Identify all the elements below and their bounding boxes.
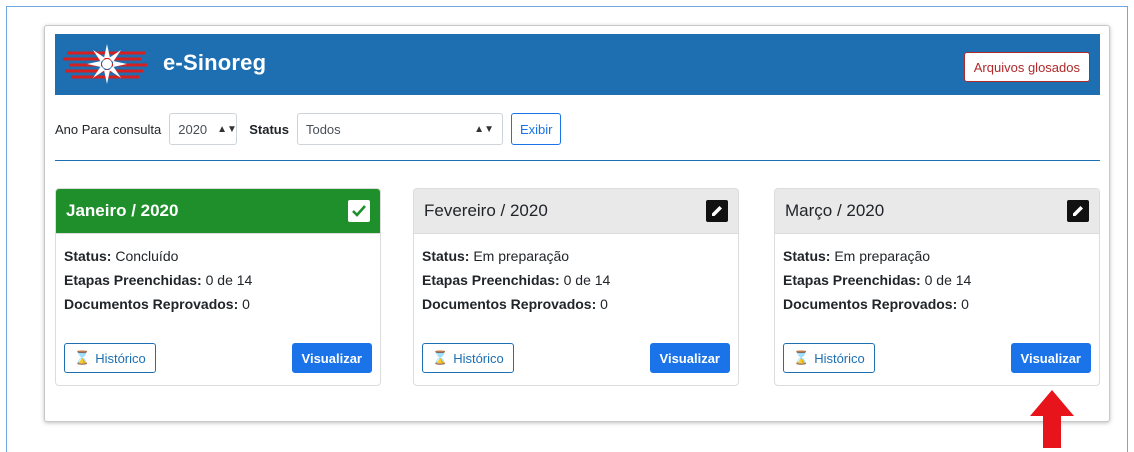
hourglass-icon: ⌛ bbox=[432, 350, 449, 365]
edit-icon[interactable] bbox=[706, 200, 728, 222]
exibir-button[interactable]: Exibir bbox=[510, 113, 562, 145]
etapas-line: Etapas Preenchidas: 0 de 14 bbox=[783, 272, 972, 288]
visualizar-button[interactable]: Visualizar bbox=[291, 343, 372, 373]
docs-line: Documentos Reprovados: 0 bbox=[64, 296, 250, 312]
card-body: Status: Em preparação Etapas Preenchidas… bbox=[414, 234, 738, 316]
card-body: Status: Em preparação Etapas Preenchidas… bbox=[775, 234, 1099, 316]
sinoreg-logo bbox=[63, 44, 147, 84]
status-line: Status: Concluído bbox=[64, 248, 179, 264]
card-body: Status: Concluído Etapas Preenchidas: 0 … bbox=[56, 234, 380, 316]
app-header: e-Sinoreg Arquivos glosados bbox=[55, 34, 1100, 95]
hourglass-icon: ⌛ bbox=[74, 350, 91, 365]
docs-line: Documentos Reprovados: 0 bbox=[422, 296, 608, 312]
card-header: Fevereiro / 2020 bbox=[414, 189, 738, 234]
card-footer: ⌛ Histórico Visualizar bbox=[64, 343, 372, 373]
status-line: Status: Em preparação bbox=[783, 248, 931, 264]
sort-arrows-icon: ▲▼ bbox=[217, 123, 237, 135]
filter-bar: Ano Para consulta 2020 ▲▼ Status Todos ▲… bbox=[55, 112, 1100, 146]
month-card-fevereiro: Fevereiro / 2020 Status: Em preparação E… bbox=[413, 188, 739, 386]
card-title: Março / 2020 bbox=[785, 201, 885, 220]
year-label: Ano Para consulta bbox=[55, 121, 162, 137]
sort-arrows-icon: ▲▼ bbox=[474, 123, 494, 135]
arquivos-glosados-button[interactable]: Arquivos glosados bbox=[963, 52, 1090, 82]
main-panel: e-Sinoreg Arquivos glosados Ano Para con… bbox=[44, 25, 1110, 422]
docs-line: Documentos Reprovados: 0 bbox=[783, 296, 969, 312]
divider bbox=[55, 160, 1100, 161]
status-label: Status bbox=[249, 121, 289, 137]
etapas-line: Etapas Preenchidas: 0 de 14 bbox=[64, 272, 253, 288]
app-title: e-Sinoreg bbox=[163, 50, 267, 75]
card-header: Março / 2020 bbox=[775, 189, 1099, 234]
card-title: Janeiro / 2020 bbox=[66, 201, 179, 220]
historico-button[interactable]: ⌛ Histórico bbox=[422, 343, 514, 373]
status-select-value: Todos bbox=[305, 121, 341, 137]
historico-button[interactable]: ⌛ Histórico bbox=[783, 343, 875, 373]
etapas-line: Etapas Preenchidas: 0 de 14 bbox=[422, 272, 611, 288]
card-title: Fevereiro / 2020 bbox=[424, 201, 548, 220]
edit-icon[interactable] bbox=[1067, 200, 1089, 222]
status-line: Status: Em preparação bbox=[422, 248, 570, 264]
month-card-janeiro: Janeiro / 2020 Status: Concluído Etapas … bbox=[55, 188, 381, 386]
card-footer: ⌛ Histórico Visualizar bbox=[783, 343, 1091, 373]
hourglass-icon: ⌛ bbox=[793, 350, 810, 365]
check-icon bbox=[348, 200, 370, 222]
historico-button[interactable]: ⌛ Histórico bbox=[64, 343, 156, 373]
year-select-value: 2020 bbox=[178, 121, 208, 137]
status-select[interactable]: Todos ▲▼ bbox=[296, 113, 503, 145]
visualizar-button[interactable]: Visualizar bbox=[1010, 343, 1091, 373]
card-footer: ⌛ Histórico Visualizar bbox=[422, 343, 730, 373]
year-select[interactable]: 2020 ▲▼ bbox=[169, 113, 238, 145]
visualizar-button[interactable]: Visualizar bbox=[649, 343, 730, 373]
annotation-arrow-up-icon bbox=[1030, 390, 1074, 448]
card-header: Janeiro / 2020 bbox=[56, 189, 380, 234]
month-card-marco: Março / 2020 Status: Em preparação Etapa… bbox=[774, 188, 1100, 386]
